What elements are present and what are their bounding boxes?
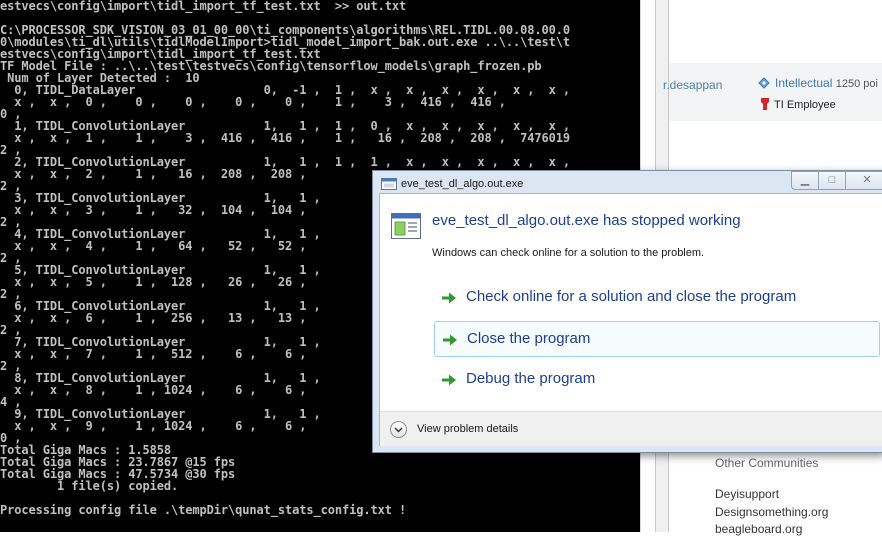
debug-program-command[interactable]: Debug the program	[434, 362, 880, 398]
dialog-headline: eve_test_dl_algo.out.exe has stopped wor…	[432, 212, 741, 229]
user-name-link[interactable]: r.desappan	[663, 78, 722, 92]
community-link-beagleboard[interactable]: beagleboard.org	[715, 522, 802, 536]
rank-name[interactable]: Intellectual	[775, 76, 832, 90]
rank-icon	[758, 77, 770, 89]
ti-logo-icon	[761, 98, 769, 110]
user-profile-card	[669, 63, 882, 121]
command-label: Check online for a solution and close th…	[466, 288, 797, 305]
other-communities-heading: Other Communities	[715, 456, 819, 470]
command-label: Close the program	[467, 330, 591, 347]
community-link-deyisupport[interactable]: Deyisupport	[715, 487, 779, 501]
app-window-icon	[381, 178, 397, 190]
dialog-footer: View problem details	[380, 411, 882, 446]
view-details-toggle[interactable]	[390, 421, 407, 438]
check-online-command[interactable]: Check online for a solution and close th…	[434, 280, 880, 316]
community-link-designsomething[interactable]: Designsomething.org	[715, 505, 828, 519]
green-arrow-icon	[442, 292, 456, 304]
dialog-subtext: Windows can check online for a solution …	[432, 247, 705, 259]
command-label: Debug the program	[466, 370, 596, 387]
app-crash-dialog: eve_test_dl_algo.out.exe ▁ □ ✕ eve_test_…	[372, 170, 882, 453]
rank-points: 1250 poi	[835, 78, 878, 90]
green-arrow-icon	[442, 374, 456, 386]
dialog-content: eve_test_dl_algo.out.exe has stopped wor…	[379, 193, 882, 446]
employee-badge: TI Employee	[774, 99, 836, 111]
page-header-band	[669, 0, 882, 34]
window-controls: ▁ □ ✕	[791, 171, 882, 191]
close-program-command[interactable]: Close the program	[434, 321, 880, 357]
green-arrow-icon	[443, 334, 457, 346]
chevron-down-icon	[394, 427, 403, 433]
maximize-button[interactable]: □	[818, 171, 846, 190]
close-button[interactable]: ✕	[845, 171, 882, 190]
program-icon	[391, 213, 421, 239]
dialog-title: eve_test_dl_algo.out.exe	[401, 178, 524, 190]
minimize-button[interactable]: ▁	[791, 171, 819, 190]
view-details-label[interactable]: View problem details	[417, 423, 518, 435]
rank-label: Intellectual 1250 poi	[775, 76, 878, 90]
